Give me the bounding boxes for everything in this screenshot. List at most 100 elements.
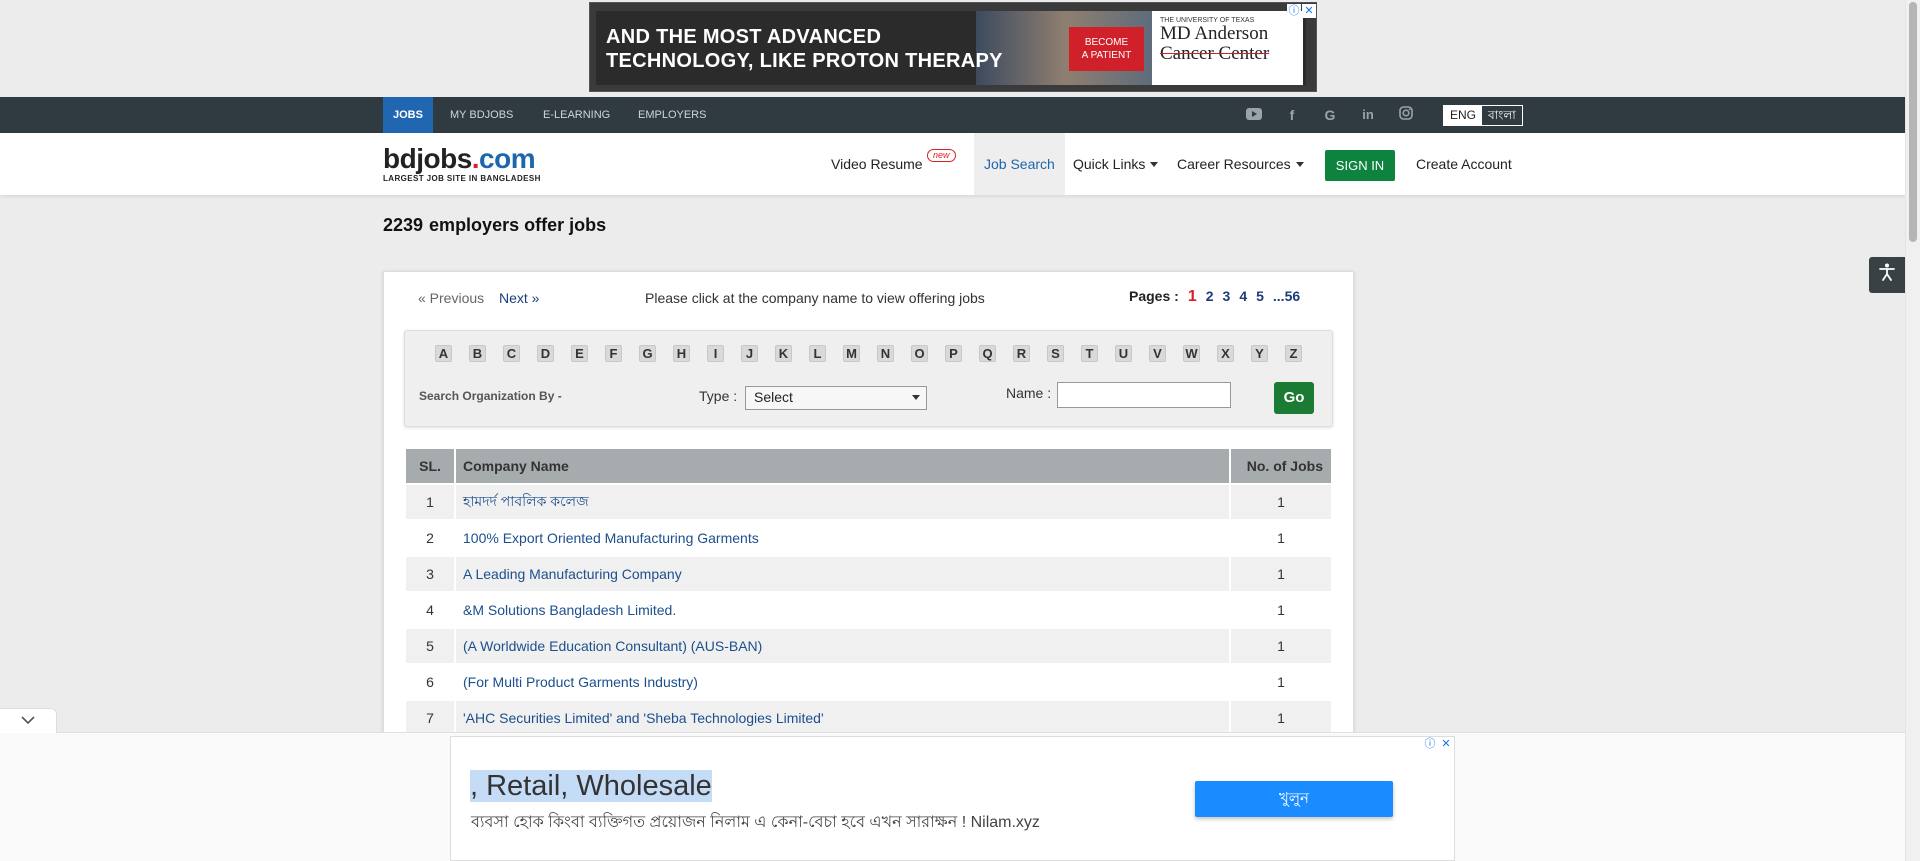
col-company-name: Company Name bbox=[456, 449, 1229, 483]
ad-cta-button[interactable]: BECOME A PATIENT bbox=[1069, 27, 1144, 71]
page-link[interactable]: 2 bbox=[1206, 288, 1214, 304]
ad-headline-line2: TECHNOLOGY, LIKE PROTON THERAPY bbox=[606, 50, 1003, 72]
go-button[interactable]: Go bbox=[1274, 382, 1314, 414]
top-banner-ad[interactable]: AND THE MOST ADVANCED TECHNOLOGY, LIKE P… bbox=[589, 2, 1317, 92]
letter-filter-a[interactable]: A bbox=[435, 345, 452, 362]
bottom-ad-subtext: ব্যবসা হোক কিংবা ব্যক্তিগত প্রয়োজন নিলা… bbox=[471, 814, 1040, 831]
row-job-count: 1 bbox=[1231, 557, 1331, 591]
pagination: Pages : 1 2 3 4 5 ...56 bbox=[1129, 288, 1300, 306]
letter-filter-c[interactable]: C bbox=[503, 345, 520, 362]
letter-filter-z[interactable]: Z bbox=[1285, 345, 1302, 362]
letter-filter-n[interactable]: N bbox=[877, 345, 894, 362]
letter-filter-b[interactable]: B bbox=[469, 345, 486, 362]
letter-filter-d[interactable]: D bbox=[537, 345, 554, 362]
row-job-count: 1 bbox=[1231, 665, 1331, 699]
accessibility-icon[interactable] bbox=[1869, 257, 1905, 293]
table-row: 3A Leading Manufacturing Company 1 bbox=[406, 557, 1331, 591]
ad-close-icon[interactable]: ✕ bbox=[1439, 737, 1453, 751]
site-header: bdjobs.com LARGEST JOB SITE IN BANGLADES… bbox=[0, 133, 1905, 195]
nav-career-resources[interactable]: Career Resources bbox=[1177, 133, 1304, 195]
company-name-link[interactable]: A Leading Manufacturing Company bbox=[456, 557, 1229, 591]
bottom-banner-ad[interactable]: , Retail, Wholesale ব্যবসা হোক কিংবা ব্য… bbox=[450, 736, 1455, 861]
page-link[interactable]: 3 bbox=[1223, 288, 1231, 304]
next-link[interactable]: Next » bbox=[499, 290, 539, 306]
youtube-icon[interactable] bbox=[1245, 106, 1263, 124]
type-select[interactable]: Select bbox=[745, 386, 927, 410]
instagram-icon[interactable] bbox=[1397, 106, 1415, 124]
page-scrollbar[interactable] bbox=[1905, 0, 1920, 861]
scrollbar-thumb[interactable] bbox=[1909, 2, 1917, 242]
letter-filter-q[interactable]: Q bbox=[979, 345, 996, 362]
previous-link[interactable]: « Previous bbox=[418, 290, 484, 306]
letter-filter-u[interactable]: U bbox=[1115, 345, 1132, 362]
ad-headline-line1: AND THE MOST ADVANCED bbox=[606, 26, 882, 48]
companies-table: SL. Company Name No. of Jobs 1 হামদর্দ পা… bbox=[404, 447, 1333, 737]
logo-dot: . bbox=[471, 143, 480, 174]
tab-jobs[interactable]: JOBS bbox=[383, 97, 433, 133]
letter-filter-m[interactable]: M bbox=[843, 345, 860, 362]
company-name-link[interactable]: 100% Export Oriented Manufacturing Garme… bbox=[456, 521, 1229, 555]
letter-filter-l[interactable]: L bbox=[809, 345, 826, 362]
tab-e-learning[interactable]: E-LEARNING bbox=[543, 97, 610, 133]
adchoices-icon[interactable]: ⓘ bbox=[1287, 4, 1301, 18]
name-input[interactable] bbox=[1057, 382, 1231, 408]
nav-job-search[interactable]: Job Search bbox=[974, 133, 1065, 195]
letter-filter-o[interactable]: O bbox=[911, 345, 928, 362]
letter-filter-r[interactable]: R bbox=[1013, 345, 1030, 362]
page-current: 1 bbox=[1187, 288, 1197, 305]
col-sl: SL. bbox=[406, 449, 454, 483]
letter-filter-v[interactable]: V bbox=[1149, 345, 1166, 362]
letter-filter-w[interactable]: W bbox=[1183, 345, 1200, 362]
company-name-link[interactable]: &M Solutions Bangladesh Limited. bbox=[456, 593, 1229, 627]
letter-filter-k[interactable]: K bbox=[775, 345, 792, 362]
letter-filter-h[interactable]: H bbox=[673, 345, 690, 362]
bottom-ad-open-button[interactable]: খুলুন bbox=[1195, 781, 1393, 817]
linkedin-icon[interactable]: in bbox=[1359, 106, 1377, 124]
company-name-link[interactable]: (A Worldwide Education Consultant) (AUS-… bbox=[456, 629, 1229, 663]
letter-filter-e[interactable]: E bbox=[571, 345, 588, 362]
bottom-ad-headline: , Retail, Wholesale bbox=[470, 770, 712, 803]
row-job-count: 1 bbox=[1231, 593, 1331, 627]
page-title-text: employers offer jobs bbox=[429, 215, 607, 235]
ad-brand-line1: MD Anderson bbox=[1160, 23, 1269, 44]
company-name-link[interactable]: (For Multi Product Garments Industry) bbox=[456, 665, 1229, 699]
nav-create-account[interactable]: Create Account bbox=[1416, 133, 1512, 195]
ad-close-icon[interactable]: ✕ bbox=[1302, 4, 1316, 18]
adchoices-icon[interactable]: ⓘ bbox=[1423, 737, 1437, 751]
sign-in-button[interactable]: SIGN IN bbox=[1325, 150, 1395, 181]
nav-quick-links[interactable]: Quick Links bbox=[1073, 133, 1158, 195]
ad-brand-logo: THE UNIVERSITY OF TEXAS MD Anderson Canc… bbox=[1152, 11, 1303, 85]
page-link-last[interactable]: ...56 bbox=[1273, 288, 1300, 304]
row-sl: 5 bbox=[406, 629, 454, 663]
type-label: Type : bbox=[699, 388, 738, 404]
letter-filter-y[interactable]: Y bbox=[1251, 345, 1268, 362]
tab-employers[interactable]: EMPLOYERS bbox=[638, 97, 706, 133]
lang-bangla[interactable]: বাংলা bbox=[1482, 106, 1522, 125]
lang-english[interactable]: ENG bbox=[1444, 106, 1483, 125]
collapse-ad-button[interactable] bbox=[0, 708, 57, 733]
tab-my-bdjobs[interactable]: MY BDJOBS bbox=[450, 97, 513, 133]
logo-main: bdjobs bbox=[383, 143, 472, 174]
logo-tagline: LARGEST JOB SITE IN BANGLADESH bbox=[383, 174, 541, 183]
ad-content[interactable]: AND THE MOST ADVANCED TECHNOLOGY, LIKE P… bbox=[596, 11, 1306, 85]
letter-filter-t[interactable]: T bbox=[1081, 345, 1098, 362]
letter-filter-f[interactable]: F bbox=[605, 345, 622, 362]
company-name-link[interactable]: 'AHC Securities Limited' and 'Sheba Tech… bbox=[456, 701, 1229, 735]
company-name-link[interactable]: হামদর্দ পাবলিক কলেজ bbox=[456, 485, 1229, 519]
google-icon[interactable]: G bbox=[1321, 106, 1339, 124]
page-link[interactable]: 4 bbox=[1239, 288, 1247, 304]
pages-label: Pages : bbox=[1129, 288, 1179, 304]
bdjobs-logo[interactable]: bdjobs.com LARGEST JOB SITE IN BANGLADES… bbox=[383, 145, 551, 185]
letter-filter-x[interactable]: X bbox=[1217, 345, 1234, 362]
letter-filter-p[interactable]: P bbox=[945, 345, 962, 362]
letter-filter-j[interactable]: J bbox=[741, 345, 758, 362]
row-sl: 7 bbox=[406, 701, 454, 735]
facebook-icon[interactable]: f bbox=[1283, 106, 1301, 124]
letter-filter-g[interactable]: G bbox=[639, 345, 656, 362]
letter-filter-s[interactable]: S bbox=[1047, 345, 1064, 362]
page-title: 2239 employers offer jobs bbox=[383, 215, 606, 236]
page-link[interactable]: 5 bbox=[1256, 288, 1264, 304]
nav-video-resume[interactable]: Video Resume bbox=[831, 133, 923, 195]
letter-filter-i[interactable]: I bbox=[707, 345, 724, 362]
name-label: Name : bbox=[1006, 385, 1052, 401]
